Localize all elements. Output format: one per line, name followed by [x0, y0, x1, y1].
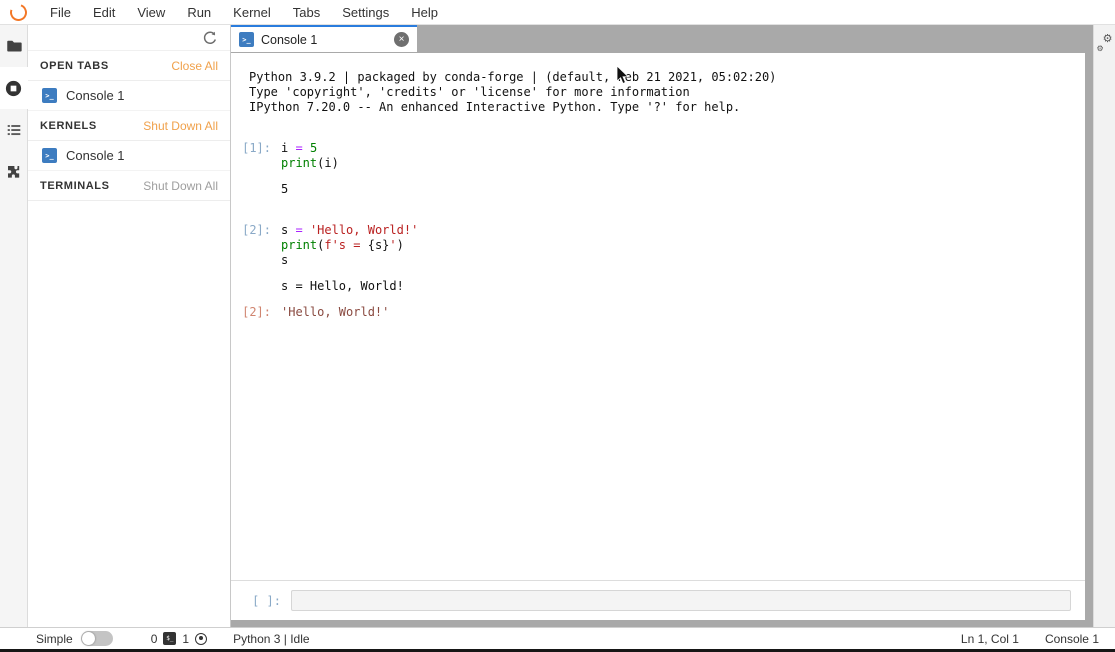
sessions-counts[interactable]: 0 1 — [151, 632, 207, 646]
execution-out-prompt — [231, 279, 271, 294]
console-cell: [1]: i = 5print(i) 5 — [231, 141, 1085, 197]
output-gap — [231, 294, 1085, 305]
menu-run[interactable]: Run — [176, 5, 222, 20]
menu-file[interactable]: File — [39, 5, 82, 20]
console-code-input[interactable] — [291, 590, 1071, 611]
console-input-row: [ ]: — [231, 580, 1085, 620]
execution-out-prompt — [231, 182, 271, 197]
right-sidebar — [1093, 25, 1115, 627]
active-widget-name: Console 1 — [1045, 632, 1099, 646]
code-text: print(i) — [281, 156, 339, 171]
console-banner-line: Python 3.9.2 | packaged by conda-forge |… — [231, 70, 1085, 85]
main-dock-panel: Console 1 Python 3.9.2 | packaged by con… — [231, 25, 1093, 627]
kernel-status[interactable]: Python 3 | Idle — [233, 632, 310, 646]
output-gap — [231, 171, 1085, 182]
console-banner-line: Type 'copyright', 'credits' or 'license'… — [231, 85, 1085, 100]
menu-view[interactable]: View — [126, 5, 176, 20]
simple-mode-label: Simple — [36, 632, 73, 646]
execution-in-prompt — [231, 238, 271, 253]
section-header-open-tabs: OPEN TABS Close All — [28, 51, 230, 81]
output-gap — [231, 268, 1085, 279]
output-line: s = Hello, World! — [231, 279, 1085, 294]
sidebar-tab-file-browser[interactable] — [0, 25, 27, 67]
code-text: s = 'Hello, World!' — [281, 223, 418, 238]
console-icon — [239, 32, 254, 47]
property-inspector-gears-icon[interactable] — [1097, 35, 1113, 51]
menu-tabs[interactable]: Tabs — [282, 5, 331, 20]
sidebar-tab-extension-manager[interactable] — [0, 151, 27, 193]
left-activity-bar — [0, 25, 28, 627]
section-header-kernels: KERNELS Shut Down All — [28, 111, 230, 141]
jupyter-logo-icon — [7, 1, 30, 24]
list-item-console-1[interactable]: Console 1 — [28, 141, 230, 171]
console-icon — [42, 88, 57, 103]
kernel-icon — [195, 633, 207, 645]
menu-items: FileEditViewRunKernelTabsSettingsHelp — [39, 5, 449, 20]
puzzle-icon — [5, 163, 23, 181]
status-bar: Simple 0 1 Python 3 | Idle Ln 1, Col 1 C… — [0, 627, 1115, 649]
panel-toolbar — [28, 25, 230, 51]
sidebar-tab-running-sessions[interactable] — [0, 67, 28, 109]
toggle-knob — [82, 632, 95, 645]
terminals-count: 0 — [151, 632, 158, 646]
output-line: 5 — [231, 182, 1085, 197]
running-sessions-panel: OPEN TABS Close All Console 1 KERNELS Shut D… — [28, 25, 231, 627]
simple-mode-toggle[interactable] — [81, 631, 113, 646]
output-result-text: 'Hello, World!' — [281, 305, 389, 320]
section-action-button[interactable]: Close All — [171, 59, 218, 73]
section-action-button: Shut Down All — [143, 179, 218, 193]
tab-bar: Console 1 — [231, 25, 1093, 52]
menu-kernel[interactable]: Kernel — [222, 5, 282, 20]
console-cell: [2]: s = 'Hello, World!'print(f's = {s}')… — [231, 223, 1085, 320]
menu-settings[interactable]: Settings — [331, 5, 400, 20]
list-item-label: Console 1 — [66, 148, 125, 163]
code-line[interactable]: [1]: i = 5 — [231, 141, 1085, 156]
section-title: KERNELS — [40, 120, 97, 132]
tab-close-icon[interactable] — [394, 32, 409, 47]
console-panel: Python 3.9.2 | packaged by conda-forge |… — [231, 53, 1085, 620]
menu-edit[interactable]: Edit — [82, 5, 126, 20]
section-title: OPEN TABS — [40, 60, 109, 72]
execution-in-prompt: [1]: — [231, 141, 271, 156]
cursor-position[interactable]: Ln 1, Col 1 — [961, 632, 1019, 646]
section-action-button[interactable]: Shut Down All — [143, 119, 218, 133]
running-icon — [4, 79, 23, 98]
jupyterlab-window: FileEditViewRunKernelTabsSettingsHelp OP… — [0, 0, 1115, 652]
code-line[interactable]: print(i) — [231, 156, 1085, 171]
console-output-area[interactable]: Python 3.9.2 | packaged by conda-forge |… — [231, 53, 1085, 580]
section-header-terminals: TERMINALS Shut Down All — [28, 171, 230, 201]
console-banner-line: IPython 7.20.0 -- An enhanced Interactiv… — [231, 100, 1085, 115]
code-line[interactable]: print(f's = {s}') — [231, 238, 1085, 253]
code-line[interactable]: [2]: s = 'Hello, World!' — [231, 223, 1085, 238]
execution-in-prompt — [231, 156, 271, 171]
code-text: print(f's = {s}') — [281, 238, 404, 253]
execution-out-prompt: [2]: — [231, 305, 271, 320]
menu-bar: FileEditViewRunKernelTabsSettingsHelp — [0, 0, 1115, 25]
kernels-count: 1 — [182, 632, 189, 646]
folder-icon — [5, 37, 23, 55]
panel-sections: OPEN TABS Close All Console 1 KERNELS Shut D… — [28, 51, 230, 201]
execution-in-prompt — [231, 253, 271, 268]
toc-icon — [5, 121, 23, 139]
input-prompt: [ ]: — [231, 594, 281, 608]
tab-label: Console 1 — [261, 33, 317, 47]
code-text: s — [281, 253, 288, 268]
list-item-console-1[interactable]: Console 1 — [28, 81, 230, 111]
output-stream-text: s = Hello, World! — [281, 279, 404, 294]
terminal-icon — [163, 632, 176, 645]
sidebar-tab-table-of-contents[interactable] — [0, 109, 27, 151]
output-stream-text: 5 — [281, 182, 288, 197]
list-item-label: Console 1 — [66, 88, 125, 103]
refresh-icon[interactable] — [202, 30, 218, 46]
menu-help[interactable]: Help — [400, 5, 449, 20]
execution-in-prompt: [2]: — [231, 223, 271, 238]
section-title: TERMINALS — [40, 180, 110, 192]
code-text: i = 5 — [281, 141, 317, 156]
console-icon — [42, 148, 57, 163]
code-line[interactable]: s — [231, 253, 1085, 268]
tab-console-1[interactable]: Console 1 — [231, 25, 417, 52]
output-line: [2]: 'Hello, World!' — [231, 305, 1085, 320]
